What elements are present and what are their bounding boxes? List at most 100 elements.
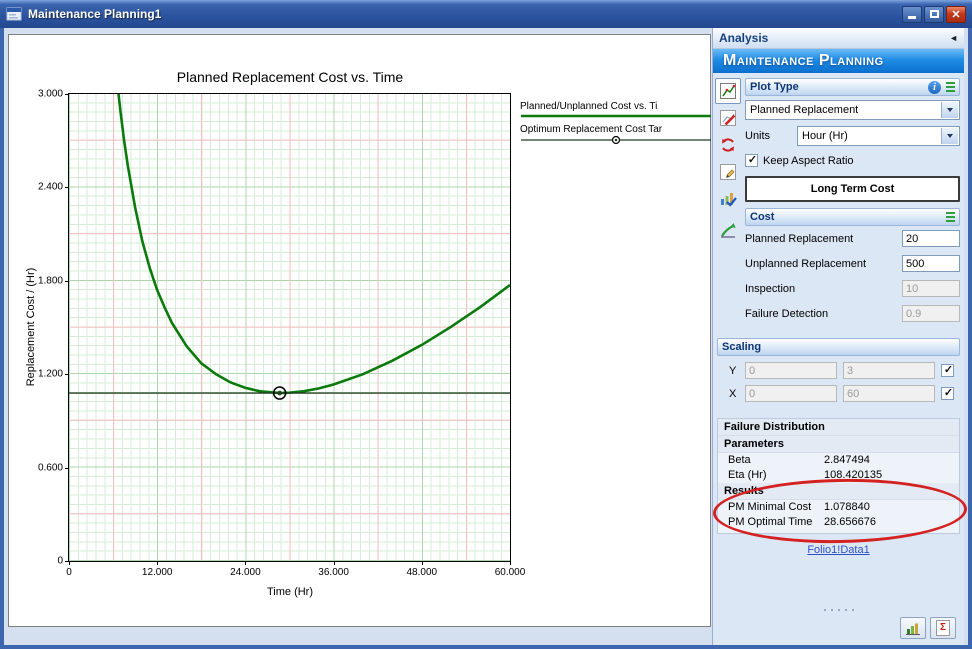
failure-distribution-header: Failure Distribution <box>718 419 959 436</box>
window-controls: ✕ <box>902 5 966 23</box>
failure-detection-input <box>902 305 960 322</box>
y-tick-label: 0.600 <box>37 462 63 474</box>
beta-value: 2.847494 <box>824 454 870 466</box>
cost-row-unplanned: Unplanned Replacement <box>745 251 960 276</box>
pm-optimal-time-label: PM Optimal Time <box>728 516 813 528</box>
info-icon[interactable]: i <box>928 80 941 94</box>
dropdown-arrow-icon <box>941 128 958 144</box>
section-menu-icon[interactable] <box>946 212 955 222</box>
y-tick-label: 0 <box>57 555 63 567</box>
maximize-icon <box>929 10 939 18</box>
long-term-plot-button[interactable] <box>715 217 741 243</box>
x-tick-label: 48.000 <box>406 567 438 578</box>
scaling-row-y: Y <box>717 362 960 379</box>
y-axis-scaling-label: Y <box>729 364 737 377</box>
units-row: Units Hour (Hr) <box>745 126 960 146</box>
y-axis-label: Replacement Cost / (Hr) <box>25 267 37 387</box>
minimize-icon <box>908 16 916 19</box>
legend-label-planned: Planned/Unplanned Cost vs. Ti <box>520 101 658 112</box>
x-tick-label: 12.000 <box>141 567 173 578</box>
scaling-section-header: Scaling <box>717 338 960 356</box>
edit-plot-button[interactable] <box>715 159 741 185</box>
cost-curve <box>117 94 510 395</box>
keep-aspect-checkbox[interactable] <box>745 153 759 167</box>
units-dropdown-value: Hour (Hr) <box>802 130 848 142</box>
long-term-plot-icon <box>721 223 736 238</box>
plot-tool-strip <box>713 78 743 326</box>
cost-section-header: Cost <box>745 208 960 226</box>
collapse-panel-button[interactable]: ◄ <box>949 33 958 43</box>
cost-row-label: Unplanned Replacement <box>745 257 867 270</box>
window-titlebar: Maintenance Planning1 ✕ <box>0 0 972 28</box>
pm-minimal-cost-value: 1.078840 <box>824 501 870 513</box>
chart-title: Planned Replacement Cost vs. Time <box>176 69 404 85</box>
scaling-section: Scaling Y X <box>717 338 960 402</box>
y-tick-label: 2.400 <box>37 181 63 193</box>
results-header: Results <box>718 483 959 500</box>
legend-item-planned: Planned/Unplanned Cost vs. Ti <box>520 101 713 120</box>
minimize-button[interactable] <box>902 5 922 23</box>
plot-type-section-header: Plot Type i <box>745 78 960 96</box>
plot-type-dropdown-value: Planned Replacement <box>750 104 859 116</box>
chart-legend: Planned/Unplanned Cost vs. Ti Optimum Re… <box>520 101 713 145</box>
report-button[interactable]: Σ <box>930 617 956 639</box>
refresh-plot-button[interactable] <box>715 132 741 158</box>
units-label: Units <box>745 130 771 142</box>
optimum-marker-dot <box>277 390 282 396</box>
3d-plot-icon <box>906 623 920 635</box>
dropdown-arrow-icon <box>941 102 958 118</box>
pm-optimal-time-value: 28.656676 <box>824 516 876 528</box>
chart-sheet: Planned Replacement Cost vs. Time Replac… <box>8 34 711 627</box>
plot-wizard-button[interactable] <box>715 186 741 212</box>
window-icon <box>6 6 22 22</box>
data-source-link[interactable]: Folio1!Data1 <box>807 544 869 556</box>
units-dropdown[interactable]: Hour (Hr) <box>797 126 960 146</box>
x-max-input <box>843 385 935 402</box>
keep-aspect-row: Keep Aspect Ratio <box>745 153 960 167</box>
x-axis-label: Time (Hr) <box>266 586 314 598</box>
panel-bottom-toolbar: Σ <box>713 614 964 645</box>
plot-area[interactable] <box>68 93 511 562</box>
3d-plot-button[interactable] <box>900 617 926 639</box>
long-term-cost-button[interactable]: Long Term Cost <box>745 176 960 202</box>
cost-row-label: Inspection <box>745 282 796 295</box>
plot-type-button[interactable] <box>715 78 741 104</box>
maximize-button[interactable] <box>924 5 944 23</box>
unplanned-replacement-input[interactable] <box>902 255 960 272</box>
analysis-header: Analysis ◄ <box>713 28 964 49</box>
panel-resize-grip[interactable] <box>713 606 964 614</box>
app-window: Maintenance Planning1 ✕ Planned Replacem… <box>0 0 972 649</box>
window-title: Maintenance Planning1 <box>28 7 162 21</box>
y-autoscale-checkbox[interactable] <box>941 363 955 377</box>
planned-replacement-input[interactable] <box>902 230 960 247</box>
y-min-input <box>745 362 837 379</box>
cost-row-inspection: Inspection <box>745 276 960 301</box>
eta-label: Eta (Hr) <box>728 469 767 481</box>
plot-wizard-icon <box>721 193 737 207</box>
section-menu-icon[interactable] <box>946 82 955 92</box>
cost-row-planned: Planned Replacement <box>745 226 960 251</box>
cost-row-failure-detection: Failure Detection <box>745 301 960 326</box>
analysis-panel: Analysis ◄ Maintenance Planning Plot Typ… <box>712 28 968 645</box>
parameters-header: Parameters <box>718 436 959 453</box>
plot-type-dropdown[interactable]: Planned Replacement <box>745 100 960 120</box>
sigma-icon: Σ <box>939 622 946 633</box>
parameter-row-beta: Beta 2.847494 <box>718 453 959 468</box>
x-min-input <box>745 385 837 402</box>
close-button[interactable]: ✕ <box>946 5 966 23</box>
cost-section-title: Cost <box>750 211 775 223</box>
cost-row-label: Failure Detection <box>745 307 829 320</box>
y-max-input <box>843 362 935 379</box>
parameter-row-eta: Eta (Hr) 108.420135 <box>718 468 959 483</box>
pm-minimal-cost-label: PM Minimal Cost <box>728 501 812 513</box>
legend-label-optimum: Optimum Replacement Cost Tar <box>520 124 663 135</box>
panel-top-section: Plot Type i Planned Replacement Units Ho… <box>713 73 964 326</box>
annotate-plot-button[interactable] <box>715 105 741 131</box>
annotate-plot-icon <box>720 110 736 126</box>
legend-marker-dot <box>614 138 618 142</box>
result-row-pm-optimal-time: PM Optimal Time 28.656676 <box>718 515 959 530</box>
legend-item-optimum: Optimum Replacement Cost Tar <box>520 124 713 145</box>
report-icon: Σ <box>936 620 950 636</box>
failure-distribution-section: Failure Distribution Parameters Beta 2.8… <box>712 418 968 546</box>
x-autoscale-checkbox[interactable] <box>941 386 955 400</box>
